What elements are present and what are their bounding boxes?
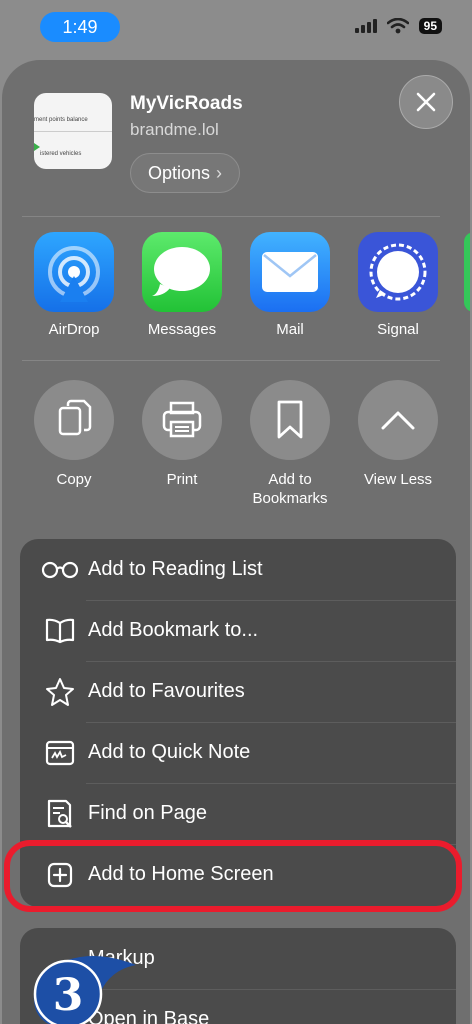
- step-badge: 3: [28, 950, 138, 1024]
- divider: [22, 360, 440, 361]
- close-button[interactable]: [399, 75, 453, 129]
- share-apps-row: AirDrop Messages Mail Signal: [2, 232, 470, 352]
- star-icon: [38, 677, 82, 707]
- action-add-to-bookmarks[interactable]: Add to Bookmarks: [240, 380, 340, 508]
- share-app-signal[interactable]: Signal: [348, 232, 448, 338]
- page-domain: brandme.lol: [130, 120, 219, 139]
- find-on-page-icon: [38, 798, 82, 830]
- app-label: Mail: [276, 321, 304, 338]
- app-label: Messages: [147, 321, 217, 338]
- copy-icon: [34, 380, 114, 460]
- next-app-peek[interactable]: [464, 232, 470, 312]
- quick-note-icon: [38, 740, 82, 766]
- menu-add-to-reading-list[interactable]: Add to Reading List: [20, 539, 456, 600]
- action-label: View Less: [363, 471, 433, 488]
- menu-add-bookmark-to[interactable]: Add Bookmark to...: [20, 600, 456, 661]
- signal-icon: [358, 232, 438, 312]
- status-bar: 1:49 95: [0, 0, 472, 55]
- action-copy[interactable]: Copy: [24, 380, 124, 489]
- wifi-icon: [386, 18, 409, 34]
- book-icon: [38, 618, 82, 644]
- messages-icon: [142, 232, 222, 312]
- thumbnail-text-1: ment points balance: [34, 117, 88, 123]
- step-number: 3: [53, 970, 84, 1021]
- share-app-airdrop[interactable]: AirDrop: [24, 232, 124, 338]
- options-label: Options: [147, 162, 211, 183]
- status-icons: 95: [354, 18, 442, 34]
- menu-add-to-quick-note[interactable]: Add to Quick Note: [20, 722, 456, 783]
- share-app-mail[interactable]: Mail: [240, 232, 340, 338]
- app-label: AirDrop: [48, 321, 100, 338]
- cellular-signal-icon: [354, 19, 377, 33]
- status-time: 1:49: [40, 12, 120, 42]
- chevron-up-icon: [358, 380, 438, 460]
- highlight-box: [4, 840, 462, 912]
- menu-label: Add to Quick Note: [88, 741, 251, 763]
- menu-label: Find on Page: [88, 802, 207, 824]
- action-label: Print: [166, 471, 198, 488]
- chevron-right-icon: ›: [216, 162, 223, 183]
- menu-label: Add Bookmark to...: [88, 619, 259, 641]
- share-header: ment points balance istered vehicles MyV…: [2, 60, 470, 216]
- options-button[interactable]: Options ›: [130, 153, 240, 193]
- thumbnail-text-2: istered vehicles: [40, 151, 82, 157]
- share-app-messages[interactable]: Messages: [132, 232, 232, 338]
- menu-label: Add to Favourites: [88, 680, 245, 702]
- bookmark-icon: [250, 380, 330, 460]
- menu-add-to-favourites[interactable]: Add to Favourites: [20, 661, 456, 722]
- printer-icon: [142, 380, 222, 460]
- action-view-less[interactable]: View Less: [348, 380, 448, 489]
- action-label: Copy: [56, 471, 92, 488]
- airdrop-icon: [34, 232, 114, 312]
- menu-label: Add to Reading List: [88, 558, 263, 580]
- glasses-icon: [38, 560, 82, 580]
- divider: [22, 216, 440, 217]
- page-title: MyVicRoads: [130, 93, 243, 114]
- battery-level: 95: [418, 18, 442, 34]
- share-actions-row: Copy Print Add to Bookmarks View Less: [2, 380, 470, 520]
- action-label: Add to Bookmarks: [252, 471, 328, 507]
- share-sheet: ment points balance istered vehicles MyV…: [2, 60, 470, 1024]
- page-thumbnail: ment points balance istered vehicles: [34, 93, 112, 169]
- close-icon: [416, 92, 436, 112]
- mail-icon: [250, 232, 330, 312]
- action-print[interactable]: Print: [132, 380, 232, 489]
- app-label: Signal: [377, 321, 419, 338]
- menu-find-on-page[interactable]: Find on Page: [20, 783, 456, 844]
